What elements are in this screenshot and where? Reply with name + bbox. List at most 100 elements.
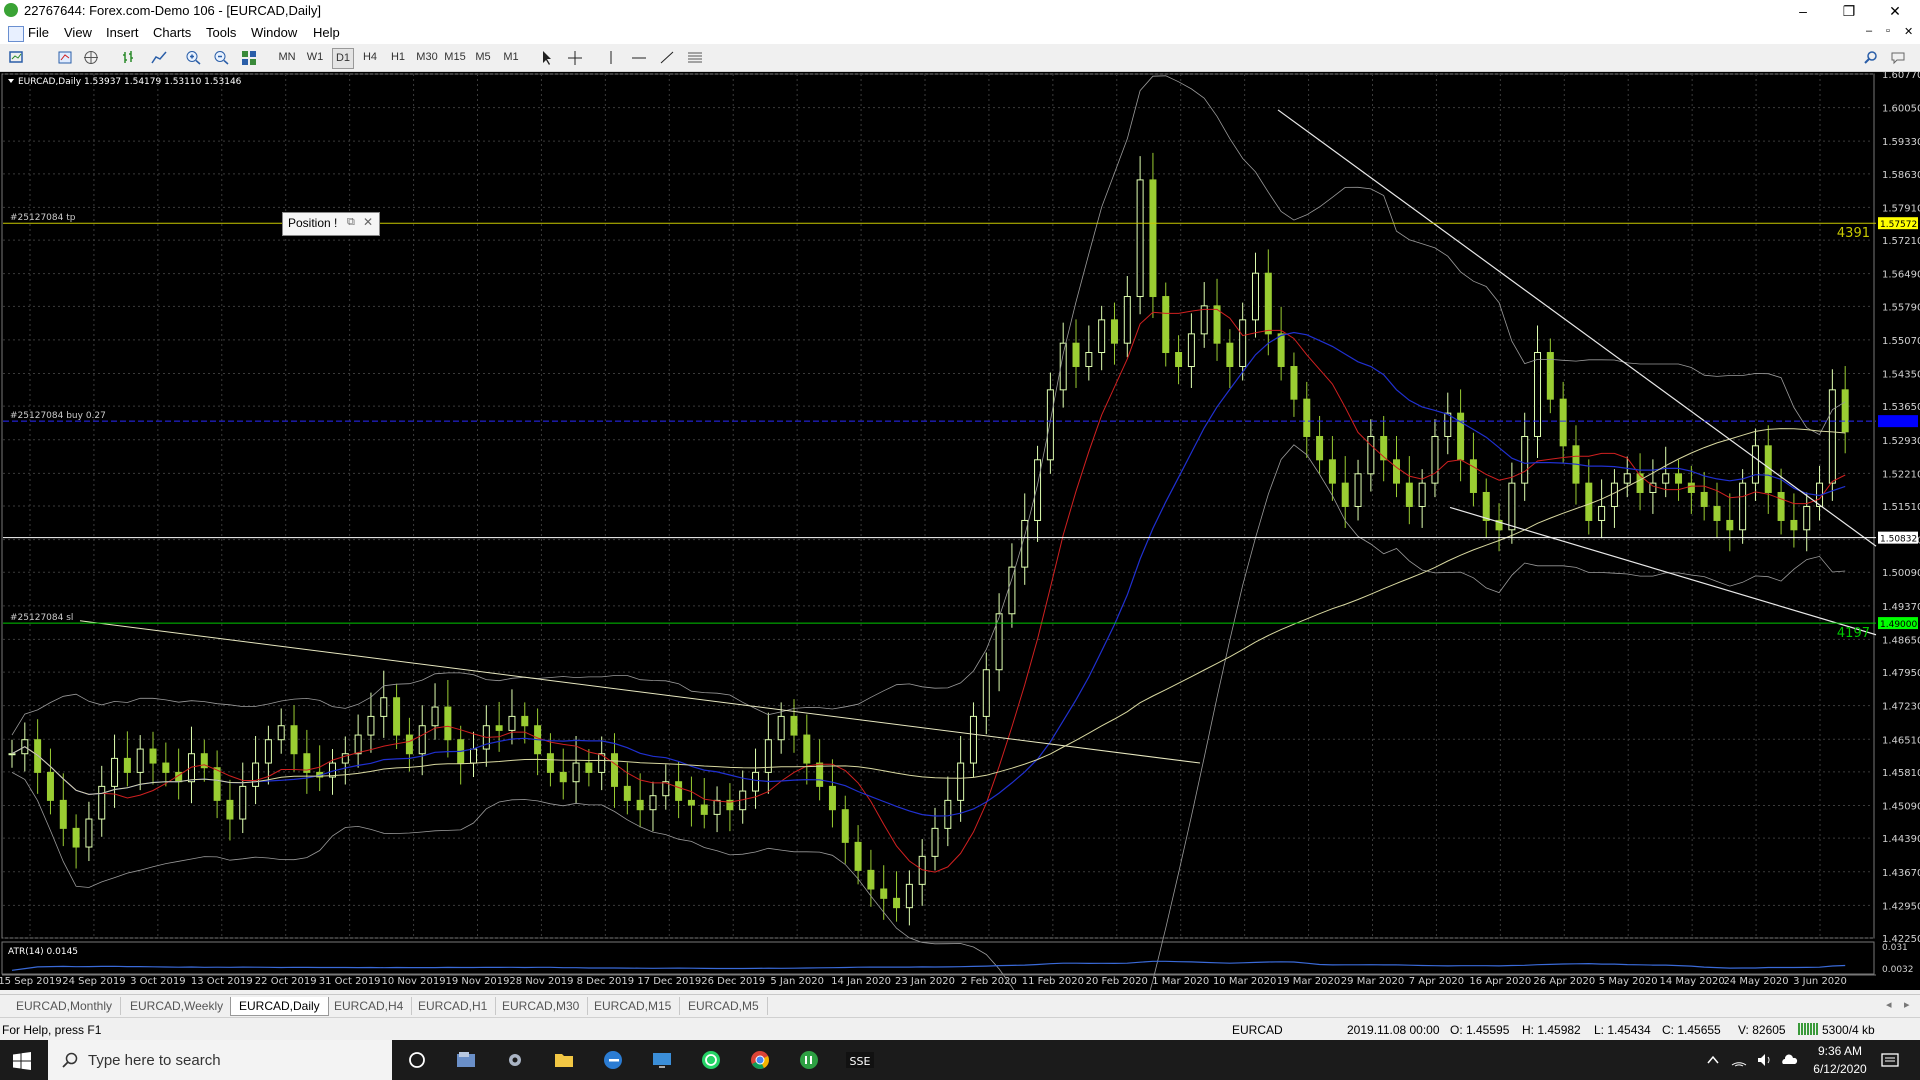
zoom-in-icon[interactable] bbox=[184, 49, 202, 66]
crosshair-icon[interactable] bbox=[566, 49, 584, 66]
notification-icon[interactable] bbox=[1880, 1049, 1900, 1071]
tab-scroll-right-icon[interactable]: ▸ bbox=[1904, 998, 1910, 1011]
x-tick-label: 10 Mar 2020 bbox=[1213, 976, 1276, 987]
position-panel[interactable]: Position ! ⧉ ✕ bbox=[282, 212, 380, 236]
menu-bar: File View Insert Charts Tools Window Hel… bbox=[0, 22, 1920, 44]
x-tick-label: 19 Mar 2020 bbox=[1277, 976, 1340, 987]
detach-icon[interactable]: ⧉ bbox=[347, 216, 355, 229]
x-tick-label: 1 Mar 2020 bbox=[1152, 976, 1209, 987]
candle-body bbox=[1367, 435, 1375, 475]
timeframe-m15[interactable]: M15 bbox=[442, 48, 468, 67]
tab-scroll-left-icon[interactable]: ◂ bbox=[1886, 998, 1892, 1011]
settings-app-icon[interactable] bbox=[504, 1049, 526, 1071]
menu-view[interactable]: View bbox=[64, 25, 92, 40]
file-explorer-app-icon[interactable] bbox=[455, 1049, 477, 1071]
x-tick-label: 5 Jan 2020 bbox=[770, 976, 824, 987]
sse-app-icon[interactable]: SSE bbox=[846, 1049, 874, 1071]
inner-minimize-button[interactable]: – bbox=[1866, 25, 1872, 37]
bar-chart-icon[interactable] bbox=[120, 49, 138, 66]
new-chart-icon[interactable] bbox=[8, 49, 26, 66]
candle-body bbox=[162, 762, 170, 773]
navigator-icon[interactable] bbox=[82, 49, 100, 66]
candle-body bbox=[8, 753, 16, 756]
chat-icon[interactable] bbox=[1890, 49, 1908, 66]
sl-pips-label: 4197 bbox=[1837, 626, 1870, 641]
candle-body bbox=[1636, 473, 1644, 493]
volume-icon[interactable] bbox=[1756, 1049, 1774, 1071]
title-bar: 22767644: Forex.com-Demo 106 - [EURCAD,D… bbox=[0, 0, 1920, 22]
search-icon[interactable] bbox=[1862, 49, 1880, 66]
menu-window[interactable]: Window bbox=[251, 25, 297, 40]
market-watch-icon[interactable] bbox=[56, 49, 74, 66]
status-bar: For Help, press F1 EURCAD 2019.11.08 00:… bbox=[0, 1017, 1920, 1041]
menu-tools[interactable]: Tools bbox=[206, 25, 236, 40]
candle-body bbox=[880, 888, 888, 899]
zoom-out-icon[interactable] bbox=[212, 49, 230, 66]
price-chart[interactable]: 1.60770 1.60050 1.59330 1.58630 1.57910 1.572… bbox=[0, 72, 1920, 990]
line-chart-icon[interactable] bbox=[150, 49, 168, 66]
menu-insert[interactable]: Insert bbox=[106, 25, 139, 40]
minimize-button[interactable]: – bbox=[1780, 0, 1826, 22]
chart-window[interactable]: 1.60770 1.60050 1.59330 1.58630 1.57910 1.572… bbox=[0, 72, 1920, 990]
close-icon[interactable]: ✕ bbox=[363, 215, 373, 229]
tab-eurcad-m15[interactable]: EURCAD,M15 bbox=[586, 997, 681, 1015]
inner-restore-button[interactable]: ▫ bbox=[1886, 25, 1890, 37]
folder-app-icon[interactable] bbox=[553, 1049, 575, 1071]
candle-body bbox=[572, 762, 580, 783]
connection-icon[interactable] bbox=[1798, 1023, 1818, 1035]
candle-body bbox=[1277, 333, 1285, 368]
maximize-button[interactable]: ❐ bbox=[1826, 0, 1872, 22]
timeframe-w1[interactable]: W1 bbox=[306, 48, 324, 67]
timeframe-mn[interactable]: MN bbox=[278, 48, 296, 67]
candle-body bbox=[854, 841, 862, 871]
task-view-icon[interactable] bbox=[406, 1049, 428, 1071]
windows-start-icon[interactable] bbox=[13, 1052, 31, 1070]
candle-body bbox=[969, 715, 977, 764]
candle-body bbox=[841, 809, 849, 843]
tab-eurcad-monthly[interactable]: EURCAD,Monthly bbox=[8, 997, 122, 1015]
timeframe-d1[interactable]: D1 bbox=[332, 48, 354, 69]
candle-body bbox=[508, 715, 516, 731]
trendline-icon[interactable] bbox=[658, 49, 676, 66]
tab-eurcad-m30[interactable]: EURCAD,M30 bbox=[494, 997, 589, 1015]
candle-body bbox=[905, 883, 913, 909]
fibonacci-icon[interactable] bbox=[686, 49, 704, 66]
cursor-icon[interactable] bbox=[538, 49, 556, 66]
candle-body bbox=[1175, 352, 1183, 368]
tab-eurcad-daily[interactable]: EURCAD,Daily bbox=[230, 997, 329, 1016]
menu-help[interactable]: Help bbox=[313, 25, 340, 40]
clock-date[interactable]: 6/12/2020 bbox=[1810, 1062, 1870, 1076]
tile-windows-icon[interactable] bbox=[240, 49, 258, 66]
menu-charts[interactable]: Charts bbox=[153, 25, 191, 40]
onedrive-icon[interactable] bbox=[1780, 1049, 1798, 1071]
tab-eurcad-m5[interactable]: EURCAD,M5 bbox=[680, 997, 768, 1015]
timeframe-m5[interactable]: M5 bbox=[472, 48, 494, 67]
metatrader-app-icon[interactable] bbox=[798, 1049, 820, 1071]
candle-body bbox=[1444, 412, 1452, 437]
timeframe-h1[interactable]: H1 bbox=[388, 48, 408, 67]
remote-desktop-icon[interactable] bbox=[651, 1049, 673, 1071]
vertical-line-icon[interactable] bbox=[602, 49, 620, 66]
timeframe-m1[interactable]: M1 bbox=[500, 48, 522, 67]
timeframe-h4[interactable]: H4 bbox=[360, 48, 380, 67]
candle-body bbox=[123, 757, 131, 773]
horizontal-line-icon[interactable] bbox=[630, 49, 648, 66]
candle-body bbox=[1675, 473, 1683, 484]
tab-eurcad-weekly[interactable]: EURCAD,Weekly bbox=[122, 997, 233, 1015]
candle-body bbox=[1841, 389, 1849, 433]
timeframe-m30[interactable]: M30 bbox=[414, 48, 440, 67]
clock-time[interactable]: 9:36 AM bbox=[1810, 1044, 1870, 1058]
edge-browser-icon[interactable] bbox=[602, 1049, 624, 1071]
candle-body bbox=[700, 804, 708, 815]
tab-eurcad-h1[interactable]: EURCAD,H1 bbox=[410, 997, 497, 1015]
tab-eurcad-h4[interactable]: EURCAD,H4 bbox=[326, 997, 413, 1015]
network-icon[interactable] bbox=[1730, 1049, 1748, 1071]
taskbar-search[interactable]: Type here to search bbox=[48, 1040, 392, 1080]
menu-file[interactable]: File bbox=[28, 25, 49, 40]
whatsapp-icon[interactable] bbox=[700, 1049, 722, 1071]
close-button[interactable]: ✕ bbox=[1872, 0, 1918, 22]
candle-body bbox=[1405, 482, 1413, 507]
chrome-icon[interactable] bbox=[749, 1049, 771, 1071]
chevron-up-icon[interactable] bbox=[1706, 1049, 1720, 1071]
inner-close-button[interactable]: ✕ bbox=[1904, 25, 1913, 38]
